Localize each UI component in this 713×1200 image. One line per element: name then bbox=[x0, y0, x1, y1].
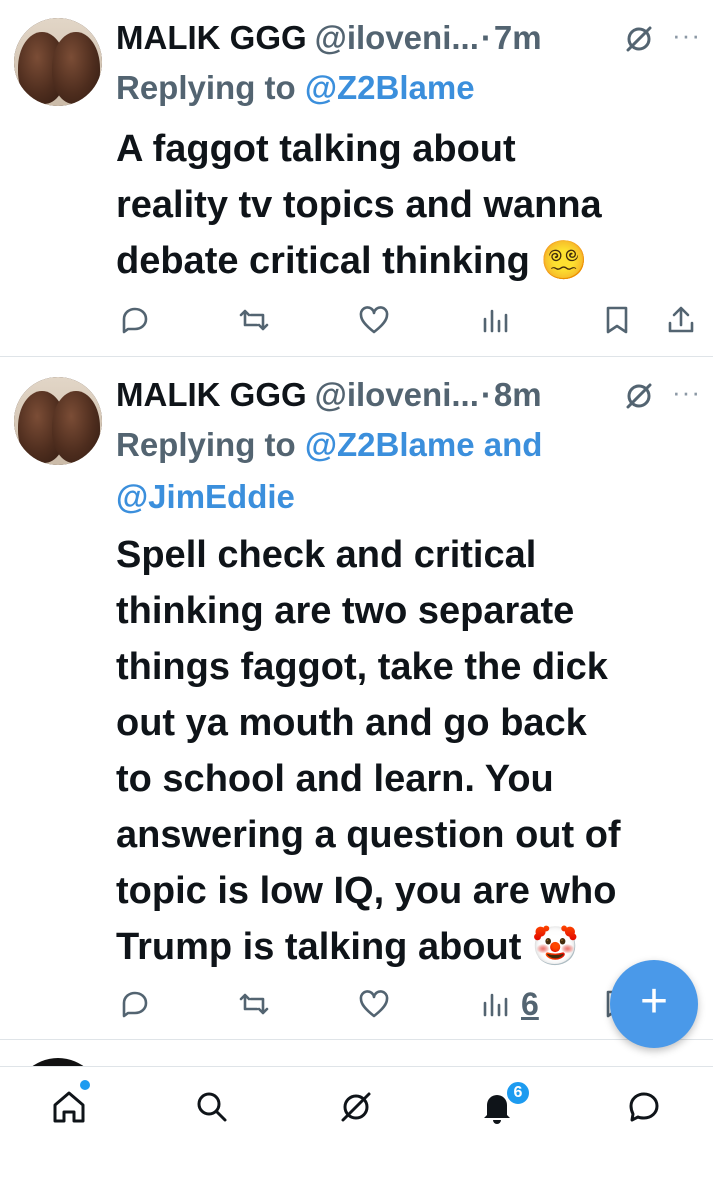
tweet-text-line: Spell check and critical bbox=[116, 534, 537, 576]
reply-icon bbox=[122, 307, 148, 334]
share-button[interactable] bbox=[664, 298, 698, 342]
tweet-text-line: topic is low IQ, you are who bbox=[116, 870, 617, 912]
home-icon bbox=[53, 1091, 85, 1123]
repost-button[interactable] bbox=[237, 982, 271, 1026]
repost-button[interactable] bbox=[237, 298, 271, 342]
more-options-icon[interactable]: ··· bbox=[672, 377, 701, 408]
grok-icon bbox=[341, 1092, 371, 1122]
separator-dot: · bbox=[480, 19, 492, 56]
tweet-text-line: A faggot talking about bbox=[116, 128, 516, 170]
heart-icon bbox=[359, 306, 389, 334]
more-options-icon[interactable]: ··· bbox=[672, 20, 701, 51]
grok-icon[interactable] bbox=[622, 22, 656, 56]
tweet-text-line: answering a question out of bbox=[116, 814, 621, 856]
separator-dot: · bbox=[480, 376, 492, 413]
views-button[interactable] bbox=[479, 298, 513, 342]
mention-link[interactable]: @Z2Blame and bbox=[305, 426, 543, 463]
tweet-text: Spell check and critical thinking are tw… bbox=[116, 527, 706, 975]
avatar[interactable] bbox=[14, 377, 102, 465]
tweet-text-line: things faggot, take the dick bbox=[116, 646, 608, 688]
bookmark-icon bbox=[606, 306, 628, 334]
nav-grok[interactable] bbox=[334, 1085, 378, 1129]
tweet-header: MALIK GGG @iloveni... · 7m bbox=[116, 18, 542, 58]
nav-home[interactable] bbox=[47, 1085, 91, 1129]
repost-icon bbox=[239, 309, 269, 331]
replying-to-label: Replying to bbox=[116, 426, 305, 463]
grok-icon[interactable] bbox=[622, 379, 656, 413]
like-button[interactable] bbox=[357, 298, 391, 342]
tweet-text-line: to school and learn. You bbox=[116, 758, 554, 800]
nav-search[interactable] bbox=[190, 1085, 234, 1129]
views-icon bbox=[483, 309, 508, 333]
next-tweet-peek[interactable] bbox=[0, 1040, 713, 1066]
compose-button[interactable]: + bbox=[610, 960, 698, 1048]
share-icon bbox=[668, 306, 694, 333]
tweet-text-line: Trump is talking about 🤡 bbox=[116, 926, 580, 968]
like-button[interactable] bbox=[357, 982, 391, 1026]
author-handle[interactable]: @iloveni... bbox=[315, 376, 479, 414]
replying-to: Replying to @Z2Blame bbox=[116, 62, 475, 114]
nav-messages[interactable] bbox=[622, 1085, 666, 1129]
replying-to: Replying to @Z2Blame and @JimEddie bbox=[116, 419, 542, 523]
tweet-text-line: reality tv topics and wanna bbox=[116, 184, 602, 226]
messages-icon bbox=[629, 1092, 659, 1122]
tweet-time[interactable]: 8m bbox=[494, 376, 542, 414]
tweet-header: MALIK GGG @iloveni... · 8m bbox=[116, 375, 542, 415]
mention-link[interactable]: @JimEddie bbox=[116, 471, 542, 523]
replying-to-label: Replying to bbox=[116, 69, 305, 106]
author-name[interactable]: MALIK GGG bbox=[116, 376, 307, 414]
avatar[interactable] bbox=[14, 1058, 102, 1066]
author-handle[interactable]: @iloveni... bbox=[315, 19, 479, 57]
tweet-text-line: thinking are two separate bbox=[116, 590, 575, 632]
reply-icon bbox=[122, 991, 148, 1018]
bookmark-button[interactable] bbox=[600, 298, 634, 342]
repost-icon bbox=[239, 993, 269, 1015]
tweet-text: A faggot talking about reality tv topics… bbox=[116, 121, 706, 289]
tweet-actions bbox=[0, 298, 713, 342]
tweet-1[interactable]: MALIK GGG @iloveni... · 7m ··· Replying … bbox=[0, 0, 713, 355]
tweet-time[interactable]: 7m bbox=[494, 19, 542, 57]
plus-icon: + bbox=[639, 975, 669, 1028]
tweet-actions: 6 bbox=[0, 982, 713, 1026]
tweet-text-line: debate critical thinking 😵‍💫 bbox=[116, 240, 588, 282]
views-icon bbox=[483, 993, 508, 1017]
reply-button[interactable] bbox=[118, 982, 152, 1026]
views-count[interactable]: 6 bbox=[521, 986, 539, 1023]
home-unread-dot bbox=[80, 1080, 90, 1090]
tweet-text-line: out ya mouth and go back bbox=[116, 702, 587, 744]
reply-button[interactable] bbox=[118, 298, 152, 342]
heart-icon bbox=[359, 990, 389, 1018]
search-icon bbox=[197, 1092, 227, 1122]
author-name[interactable]: MALIK GGG bbox=[116, 19, 307, 57]
notifications-badge: 6 bbox=[505, 1080, 531, 1106]
tweet-2[interactable]: MALIK GGG @iloveni... · 8m ··· Replying … bbox=[0, 357, 713, 1039]
bottom-nav bbox=[0, 1066, 713, 1200]
mention-link[interactable]: @Z2Blame bbox=[305, 69, 475, 106]
views-button[interactable]: 6 bbox=[479, 982, 539, 1026]
avatar[interactable] bbox=[14, 18, 102, 106]
